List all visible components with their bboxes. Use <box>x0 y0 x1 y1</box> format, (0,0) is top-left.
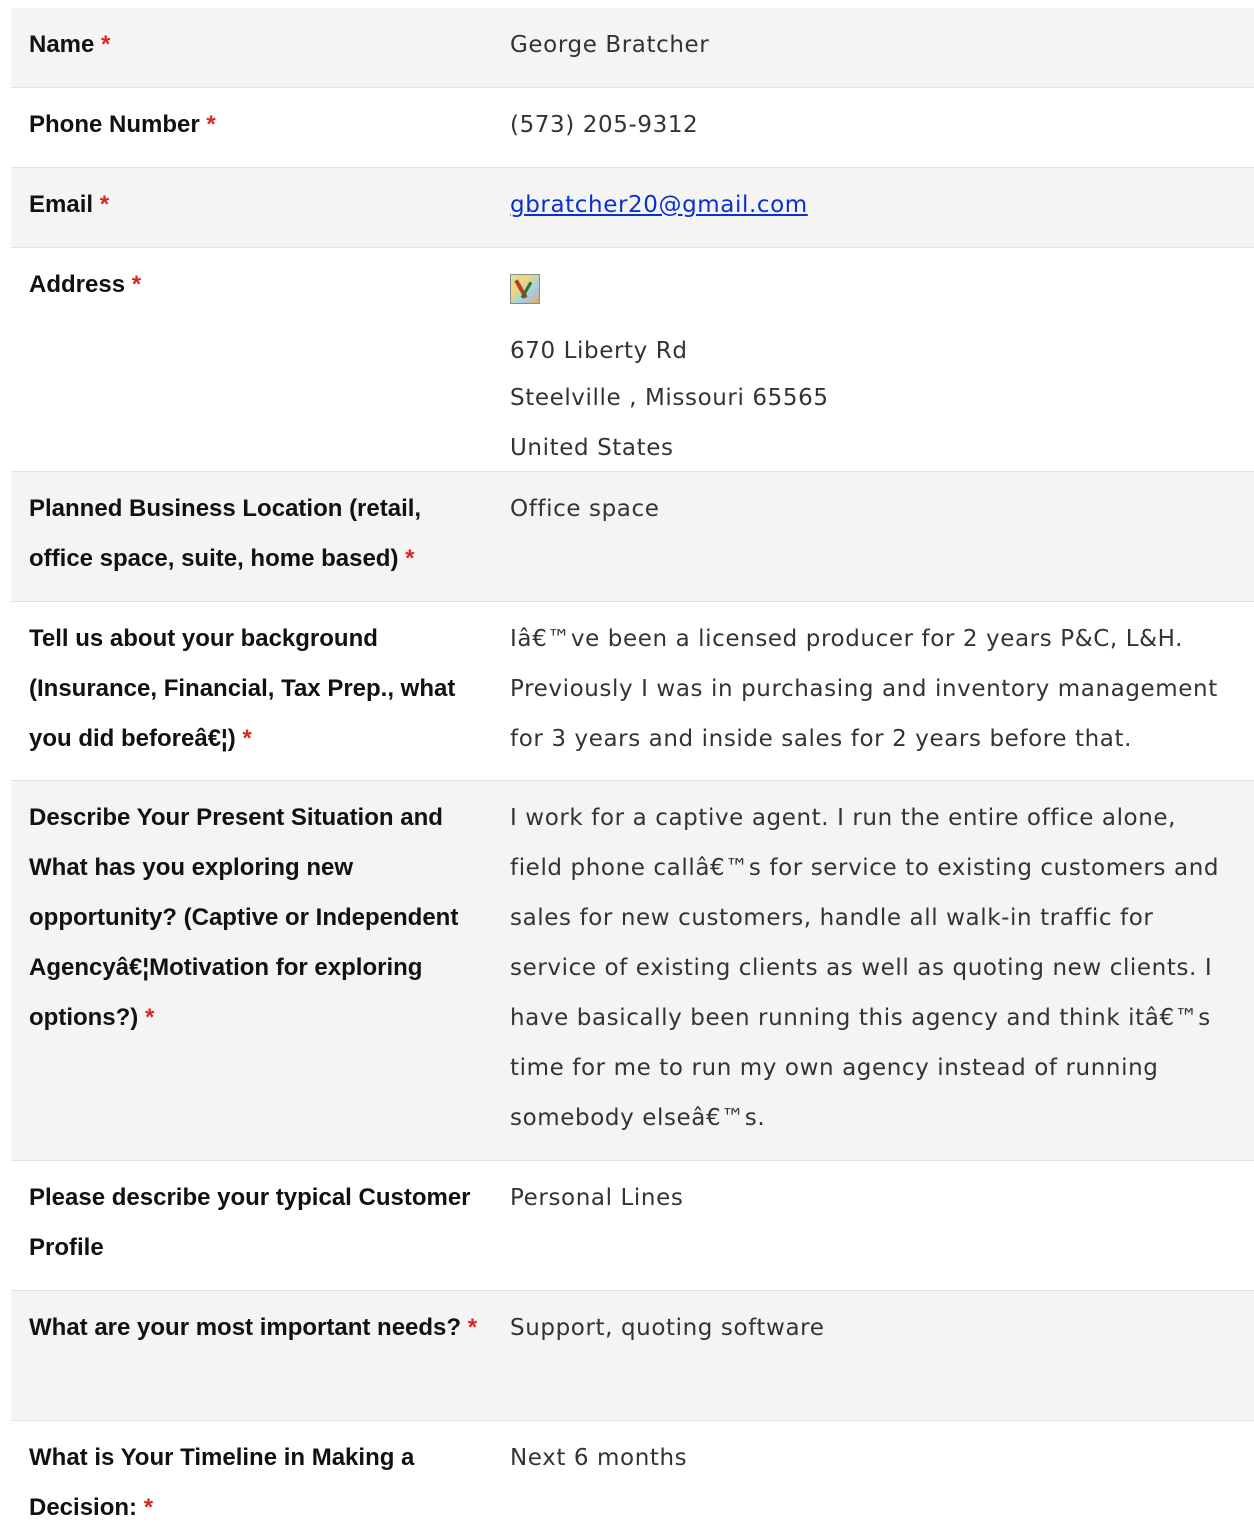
required-marker: * <box>131 271 142 298</box>
required-marker: * <box>467 1314 478 1341</box>
row-address: Address * 670 Liberty Rd Steelville , Mi… <box>11 248 1254 472</box>
row-timeline: What is Your Timeline in Making a Decisi… <box>11 1421 1254 1531</box>
field-label: What is Your Timeline in Making a Decisi… <box>29 1444 415 1521</box>
required-marker: * <box>405 545 415 572</box>
field-value-business-location: Office space <box>510 496 660 522</box>
field-value-customer-profile: Personal Lines <box>510 1185 684 1211</box>
row-customer-profile: Please describe your typical Customer Pr… <box>11 1161 1254 1291</box>
row-planned-business-location: Planned Business Location (retail, offic… <box>11 472 1254 602</box>
email-link[interactable]: gbratcher20@gmail.com <box>510 192 808 218</box>
required-marker: * <box>144 1004 155 1031</box>
required-marker: * <box>101 31 111 58</box>
field-label: Name * <box>29 31 111 58</box>
row-background: Tell us about your background (Insurance… <box>11 602 1254 781</box>
field-value-name: George Bratcher <box>510 32 710 58</box>
required-marker: * <box>143 1494 154 1521</box>
field-label: Tell us about your background (Insurance… <box>29 625 456 752</box>
address-line-2: Steelville , Missouri 65565 <box>510 385 829 411</box>
field-value-timeline: Next 6 months <box>510 1445 688 1471</box>
row-important-needs: What are your most important needs? * Su… <box>11 1291 1254 1421</box>
field-value-address: 670 Liberty Rd Steelville , Missouri 655… <box>493 260 1254 461</box>
row-phone-number: Phone Number * (573) 205-9312 <box>11 88 1254 168</box>
required-marker: * <box>242 725 252 752</box>
address-line-1: 670 Liberty Rd <box>510 338 688 364</box>
field-value-present-situation: I work for a captive agent. I run the en… <box>510 805 1220 1131</box>
entry-details-table: Name * George Bratcher Phone Number * (5… <box>11 8 1254 1531</box>
field-value-background: Iâ€™ve been a licensed producer for 2 ye… <box>510 626 1218 752</box>
field-value-phone: (573) 205-9312 <box>510 112 699 138</box>
row-email: Email * gbratcher20@gmail.com <box>11 168 1254 248</box>
field-value-important-needs: Support, quoting software <box>510 1315 825 1341</box>
field-label: Please describe your typical Customer Pr… <box>29 1184 471 1261</box>
required-marker: * <box>99 191 110 218</box>
field-label: Address * <box>29 271 142 298</box>
required-marker: * <box>206 111 216 138</box>
map-thumbnail-icon[interactable] <box>510 274 540 304</box>
row-name: Name * George Bratcher <box>11 8 1254 88</box>
field-value-email: gbratcher20@gmail.com <box>493 180 1254 225</box>
field-label: What are your most important needs? * <box>29 1314 478 1341</box>
field-label: Phone Number * <box>29 111 216 138</box>
field-label: Email * <box>29 191 110 218</box>
field-label: Planned Business Location (retail, offic… <box>29 495 422 572</box>
field-label: Describe Your Present Situation and What… <box>29 804 459 1031</box>
row-present-situation: Describe Your Present Situation and What… <box>11 781 1254 1161</box>
address-line-3: United States <box>510 435 674 461</box>
